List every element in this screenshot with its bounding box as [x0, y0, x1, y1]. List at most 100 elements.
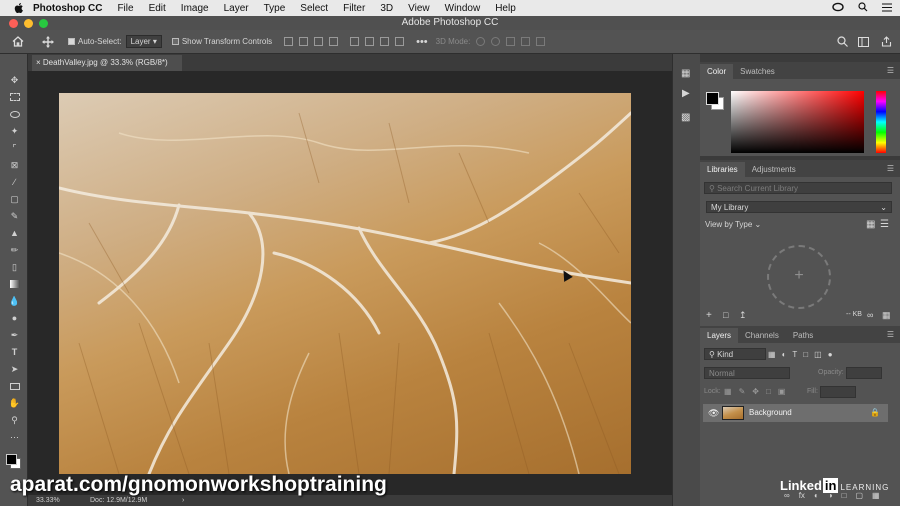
3d-slide-icon[interactable] [521, 37, 531, 46]
filter-smart-object-icon[interactable]: ◫ [814, 350, 822, 359]
align-right-icon[interactable] [314, 37, 324, 46]
color-panel-menu-icon[interactable]: ☰ [887, 66, 894, 75]
list-view-icon[interactable]: ☰ [880, 219, 889, 230]
brush-tool-icon[interactable]: ✎ [8, 210, 21, 222]
menu-view[interactable]: View [408, 3, 430, 14]
death-valley-photo[interactable] [59, 93, 631, 474]
hand-tool-icon[interactable]: ✋ [8, 397, 21, 409]
tab-layers[interactable]: Layers [700, 328, 739, 343]
tab-swatches[interactable]: Swatches [733, 64, 782, 79]
move-tool-icon[interactable] [42, 35, 54, 48]
add-library-icon[interactable]: + [706, 310, 712, 321]
blend-mode-select[interactable]: Normal [704, 367, 790, 379]
creative-cloud-icon[interactable] [832, 2, 844, 15]
show-transform-checkbox[interactable] [171, 38, 179, 45]
more-options-icon[interactable]: ••• [416, 36, 428, 48]
menu-layer[interactable]: Layer [224, 3, 249, 14]
healing-brush-tool-icon[interactable]: ▢ [8, 193, 21, 205]
3d-scale-icon[interactable] [536, 37, 546, 46]
tab-color[interactable]: Color [700, 64, 734, 79]
workspace-icon[interactable] [858, 36, 872, 47]
auto-select-option[interactable]: Auto-Select: [68, 37, 122, 46]
marquee-tool-icon[interactable] [8, 91, 21, 103]
path-selection-tool-icon[interactable]: ➤ [8, 363, 21, 375]
eyedropper-tool-icon[interactable]: ∕ [8, 176, 21, 188]
document-tab[interactable]: × DeathValley.jpg @ 33.3% (RGB/8*) [32, 55, 182, 71]
menu-list-icon[interactable] [882, 3, 892, 15]
add-content-icon[interactable]: + [767, 245, 831, 309]
auto-select-dropdown[interactable]: Layer ▾ [125, 35, 162, 48]
auto-select-checkbox[interactable] [68, 38, 75, 45]
move-tool-icon[interactable]: ✥ [8, 74, 21, 86]
filter-adjustment-icon[interactable]: ◐ [782, 350, 787, 359]
apple-icon[interactable] [13, 2, 25, 14]
lock-all-icon[interactable]: ▣ [778, 387, 786, 396]
filter-toggle-icon[interactable]: ● [828, 350, 833, 359]
menu-app-name[interactable]: Photoshop CC [33, 3, 102, 14]
layer-row-background[interactable]: 👁 Background 🔒 [703, 404, 888, 422]
color-picker-field[interactable] [731, 91, 864, 153]
distribute-top-icon[interactable] [350, 37, 360, 46]
layer-lock-icon[interactable]: 🔒 [870, 404, 880, 422]
fill-input[interactable] [820, 386, 856, 398]
trash-icon[interactable]: ▦ [882, 310, 891, 321]
menu-edit[interactable]: Edit [149, 3, 166, 14]
view-by-dropdown[interactable]: View by Type ⌄ [705, 220, 761, 229]
search-icon-options[interactable] [837, 36, 848, 47]
hue-slider[interactable] [876, 91, 886, 153]
quick-select-tool-icon[interactable]: ✦ [8, 125, 21, 137]
share-icon[interactable] [881, 36, 892, 47]
align-left-icon[interactable] [284, 37, 294, 46]
lock-artboard-icon[interactable]: □ [766, 387, 771, 396]
canvas-area[interactable] [28, 71, 672, 495]
distribute-middle-icon[interactable] [365, 37, 375, 46]
pen-tool-icon[interactable]: ✒ [8, 329, 21, 341]
layer-kind-filter[interactable]: ⚲ Kind [704, 348, 766, 360]
menu-filter[interactable]: Filter [343, 3, 365, 14]
3d-roll-icon[interactable] [491, 37, 501, 46]
visibility-eye-icon[interactable]: 👁 [708, 404, 719, 422]
folder-icon[interactable]: □ [723, 310, 728, 320]
properties-panel-icon[interactable]: ▩ [681, 112, 690, 123]
tab-libraries[interactable]: Libraries [700, 162, 745, 177]
menu-image[interactable]: Image [181, 3, 209, 14]
tab-adjustments[interactable]: Adjustments [745, 162, 803, 177]
menu-window[interactable]: Window [445, 3, 481, 14]
foreground-background-color-icon[interactable] [3, 450, 25, 472]
filter-type-icon[interactable]: T [792, 350, 797, 359]
type-tool-icon[interactable]: T [8, 346, 21, 358]
distribute-bottom-icon[interactable] [380, 37, 390, 46]
search-icon[interactable] [858, 2, 868, 15]
frame-tool-icon[interactable]: ⊠ [8, 159, 21, 171]
gradient-tool-icon[interactable] [8, 278, 21, 290]
layers-panel-menu-icon[interactable]: ☰ [887, 330, 894, 339]
zoom-window-icon[interactable] [39, 19, 48, 28]
zoom-tool-icon[interactable]: ⚲ [8, 414, 21, 426]
upload-icon[interactable]: ↥ [739, 310, 747, 321]
edit-toolbar-icon[interactable]: ⋯ [8, 431, 21, 443]
filter-pixel-icon[interactable]: ▦ [768, 350, 776, 359]
tab-channels[interactable]: Channels [738, 328, 786, 343]
rectangle-tool-icon[interactable] [8, 380, 21, 392]
blur-tool-icon[interactable]: 💧 [8, 295, 21, 307]
history-brush-tool-icon[interactable]: ✏ [8, 244, 21, 256]
menu-type[interactable]: Type [264, 3, 286, 14]
library-select[interactable]: My Library ⌄ [706, 201, 892, 213]
menu-3d[interactable]: 3D [380, 3, 393, 14]
home-icon[interactable] [12, 36, 24, 47]
lock-image-icon[interactable]: ✎ [739, 387, 746, 396]
grid-view-icon[interactable]: ▦ [866, 219, 875, 230]
align-top-icon[interactable] [329, 37, 339, 46]
crop-tool-icon[interactable]: ⌜ [8, 142, 21, 154]
show-transform-option[interactable]: Show Transform Controls [171, 37, 272, 46]
menu-file[interactable]: File [117, 3, 133, 14]
menu-select[interactable]: Select [300, 3, 328, 14]
history-panel-icon[interactable]: ▦ [681, 68, 690, 79]
layer-name[interactable]: Background [749, 404, 792, 422]
opacity-input[interactable] [846, 367, 882, 379]
clone-stamp-tool-icon[interactable]: ▲ [8, 227, 21, 239]
tab-paths[interactable]: Paths [786, 328, 820, 343]
actions-play-icon[interactable]: ▶ [682, 88, 690, 99]
libraries-panel-menu-icon[interactable]: ☰ [887, 164, 894, 173]
close-window-icon[interactable] [9, 19, 18, 28]
